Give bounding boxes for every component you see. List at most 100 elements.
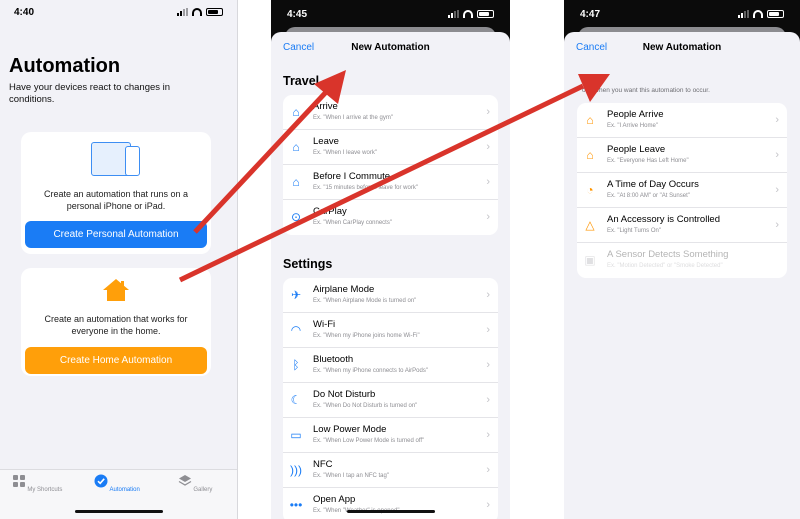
list-item-people-leave[interactable]: ⌂ People Leave Ex. "Everyone Has Left Ho… bbox=[577, 138, 787, 173]
checkmark-circle-icon bbox=[94, 474, 108, 488]
chevron-right-icon: › bbox=[775, 149, 779, 161]
list-item-leave[interactable]: ⌂ Leave Ex. "When I leave work" › bbox=[283, 130, 498, 165]
chevron-right-icon: › bbox=[486, 176, 490, 188]
tab-gallery[interactable]: Gallery bbox=[160, 474, 230, 493]
battery-low-icon: ▭ bbox=[290, 428, 302, 442]
status-bar: 4:40 bbox=[0, 0, 237, 24]
status-time: 4:47 bbox=[580, 8, 601, 20]
chevron-right-icon: › bbox=[486, 141, 490, 153]
composite-screenshot: 4:40 Automation Have your devices react … bbox=[0, 0, 800, 519]
tab-label: Gallery bbox=[193, 487, 213, 493]
chevron-right-icon: › bbox=[486, 106, 490, 118]
new-automation-personal-screen: 4:45 Cancel New Automation Travel ⌂ Arri… bbox=[271, 0, 510, 519]
create-personal-automation-button[interactable]: Create Personal Automation bbox=[25, 221, 207, 248]
tab-my-shortcuts[interactable]: My Shortcuts bbox=[2, 474, 72, 493]
home-automation-card: Create an automation that works for ever… bbox=[21, 268, 211, 376]
list-item-open-app[interactable]: ••• Open App Ex. "When "Weather" is open… bbox=[283, 488, 498, 519]
chevron-right-icon: › bbox=[775, 219, 779, 231]
nav-bar: Cancel New Automation bbox=[564, 32, 800, 62]
cancel-button[interactable]: Cancel bbox=[283, 42, 314, 53]
list-item-bluetooth[interactable]: ᛒ Bluetooth Ex. "When my iPhone connects… bbox=[283, 348, 498, 383]
chevron-right-icon: › bbox=[486, 211, 490, 223]
home-indicator bbox=[75, 510, 163, 513]
house-person-icon: ⌂ bbox=[586, 148, 594, 162]
house-person-icon: ⌂ bbox=[292, 175, 300, 189]
modal-sheet: Cancel New Automation ose when you want … bbox=[564, 32, 800, 519]
home-indicator bbox=[347, 510, 435, 513]
house-person-icon: ⌂ bbox=[292, 140, 300, 154]
airplane-icon: ✈ bbox=[290, 288, 302, 302]
moon-icon: ☾ bbox=[290, 393, 302, 407]
settings-list: ✈ Airplane Mode Ex. "When Airplane Mode … bbox=[283, 278, 498, 519]
chevron-right-icon: › bbox=[486, 324, 490, 336]
list-item-low-power-mode[interactable]: ▭ Low Power Mode Ex. "When Low Power Mod… bbox=[283, 418, 498, 453]
layers-icon bbox=[178, 475, 191, 486]
home-trigger-list: ⌂ People Arrive Ex. "I Arrive Home" › ⌂ … bbox=[577, 103, 787, 278]
wifi-icon: ◠ bbox=[290, 323, 302, 337]
chevron-right-icon: › bbox=[486, 359, 490, 371]
status-time: 4:45 bbox=[287, 8, 308, 20]
nav-bar: Cancel New Automation bbox=[271, 32, 510, 62]
battery-icon bbox=[767, 10, 784, 18]
list-item-accessory-controlled[interactable]: △ An Accessory is Controlled Ex. "Light … bbox=[577, 208, 787, 243]
tab-automation[interactable]: Automation bbox=[82, 474, 152, 493]
page-subtitle: Have your devices react to changes in co… bbox=[9, 82, 171, 105]
chevron-right-icon: › bbox=[775, 114, 779, 126]
chevron-right-icon: › bbox=[486, 499, 490, 511]
wifi-icon bbox=[192, 8, 202, 16]
battery-icon bbox=[477, 10, 494, 18]
chevron-right-icon: › bbox=[486, 429, 490, 441]
modal-sheet: Cancel New Automation Travel ⌂ Arrive Ex… bbox=[271, 32, 510, 519]
list-item-before-i-commute[interactable]: ⌂ Before I Commute Ex. "15 minutes befor… bbox=[283, 165, 498, 200]
grid-icon bbox=[12, 475, 25, 487]
nfc-icon: ))) bbox=[290, 463, 302, 477]
list-item-carplay[interactable]: ⊙ CarPlay Ex. "When CarPlay connects" › bbox=[283, 200, 498, 235]
section-header-settings: Settings bbox=[283, 257, 333, 271]
list-item-people-arrive[interactable]: ⌂ People Arrive Ex. "I Arrive Home" › bbox=[577, 103, 787, 138]
signal-icon bbox=[177, 8, 188, 16]
automation-screen: 4:40 Automation Have your devices react … bbox=[0, 0, 238, 519]
home-icon bbox=[103, 279, 129, 301]
signal-icon bbox=[738, 10, 749, 18]
accessory-nodes-icon: △ bbox=[585, 218, 595, 232]
bluetooth-icon: ᛒ bbox=[292, 358, 300, 372]
list-item-nfc[interactable]: ))) NFC Ex. "When I tap an NFC tag" › bbox=[283, 453, 498, 488]
new-automation-home-screen: 4:47 Cancel New Automation ose when you … bbox=[564, 0, 800, 519]
status-bar: 4:45 bbox=[271, 0, 510, 28]
cancel-button[interactable]: Cancel bbox=[576, 42, 607, 53]
create-home-automation-button[interactable]: Create Home Automation bbox=[25, 347, 207, 374]
tab-label: My Shortcuts bbox=[27, 487, 63, 493]
tab-label: Automation bbox=[109, 487, 140, 493]
status-bar: 4:47 bbox=[564, 0, 800, 28]
chevron-right-icon: › bbox=[486, 464, 490, 476]
chevron-right-icon: › bbox=[775, 184, 779, 196]
nav-title: New Automation bbox=[642, 41, 722, 53]
list-item-wifi[interactable]: ◠ Wi-Fi Ex. "When my iPhone joins home W… bbox=[283, 313, 498, 348]
battery-icon bbox=[206, 8, 223, 16]
list-item-arrive[interactable]: ⌂ Arrive Ex. "When I arrive at the gym" … bbox=[283, 95, 498, 130]
carplay-icon: ⊙ bbox=[290, 210, 302, 224]
list-item-do-not-disturb[interactable]: ☾ Do Not Disturb Ex. "When Do Not Distur… bbox=[283, 383, 498, 418]
chevron-right-icon: › bbox=[486, 289, 490, 301]
iphone-ipad-icon bbox=[91, 142, 145, 176]
wifi-icon bbox=[753, 10, 763, 18]
nav-title: New Automation bbox=[351, 41, 430, 53]
instruction-text: ose when you want this automation to occ… bbox=[582, 87, 710, 94]
chevron-right-icon: › bbox=[486, 394, 490, 406]
personal-automation-description: Create an automation that runs on a pers… bbox=[43, 189, 189, 211]
wifi-icon bbox=[463, 10, 473, 18]
travel-list: ⌂ Arrive Ex. "When I arrive at the gym" … bbox=[283, 95, 498, 235]
list-item-time-of-day[interactable]: ◔ A Time of Day Occurs Ex. "At 8:00 AM" … bbox=[577, 173, 787, 208]
home-automation-description: Create an automation that works for ever… bbox=[44, 314, 188, 336]
house-person-icon: ⌂ bbox=[292, 105, 300, 119]
list-item-airplane-mode[interactable]: ✈ Airplane Mode Ex. "When Airplane Mode … bbox=[283, 278, 498, 313]
tab-bar: My Shortcuts Automation Gallery bbox=[0, 469, 237, 519]
personal-automation-card: Create an automation that runs on a pers… bbox=[21, 132, 211, 254]
clock-icon: ◔ bbox=[586, 183, 594, 197]
sensor-icon: ▣ bbox=[584, 253, 596, 267]
more-dots-icon: ••• bbox=[289, 498, 303, 512]
page-title: Automation bbox=[9, 55, 121, 77]
house-person-icon: ⌂ bbox=[586, 113, 594, 127]
signal-icon bbox=[448, 10, 459, 18]
status-time: 4:40 bbox=[14, 6, 35, 18]
